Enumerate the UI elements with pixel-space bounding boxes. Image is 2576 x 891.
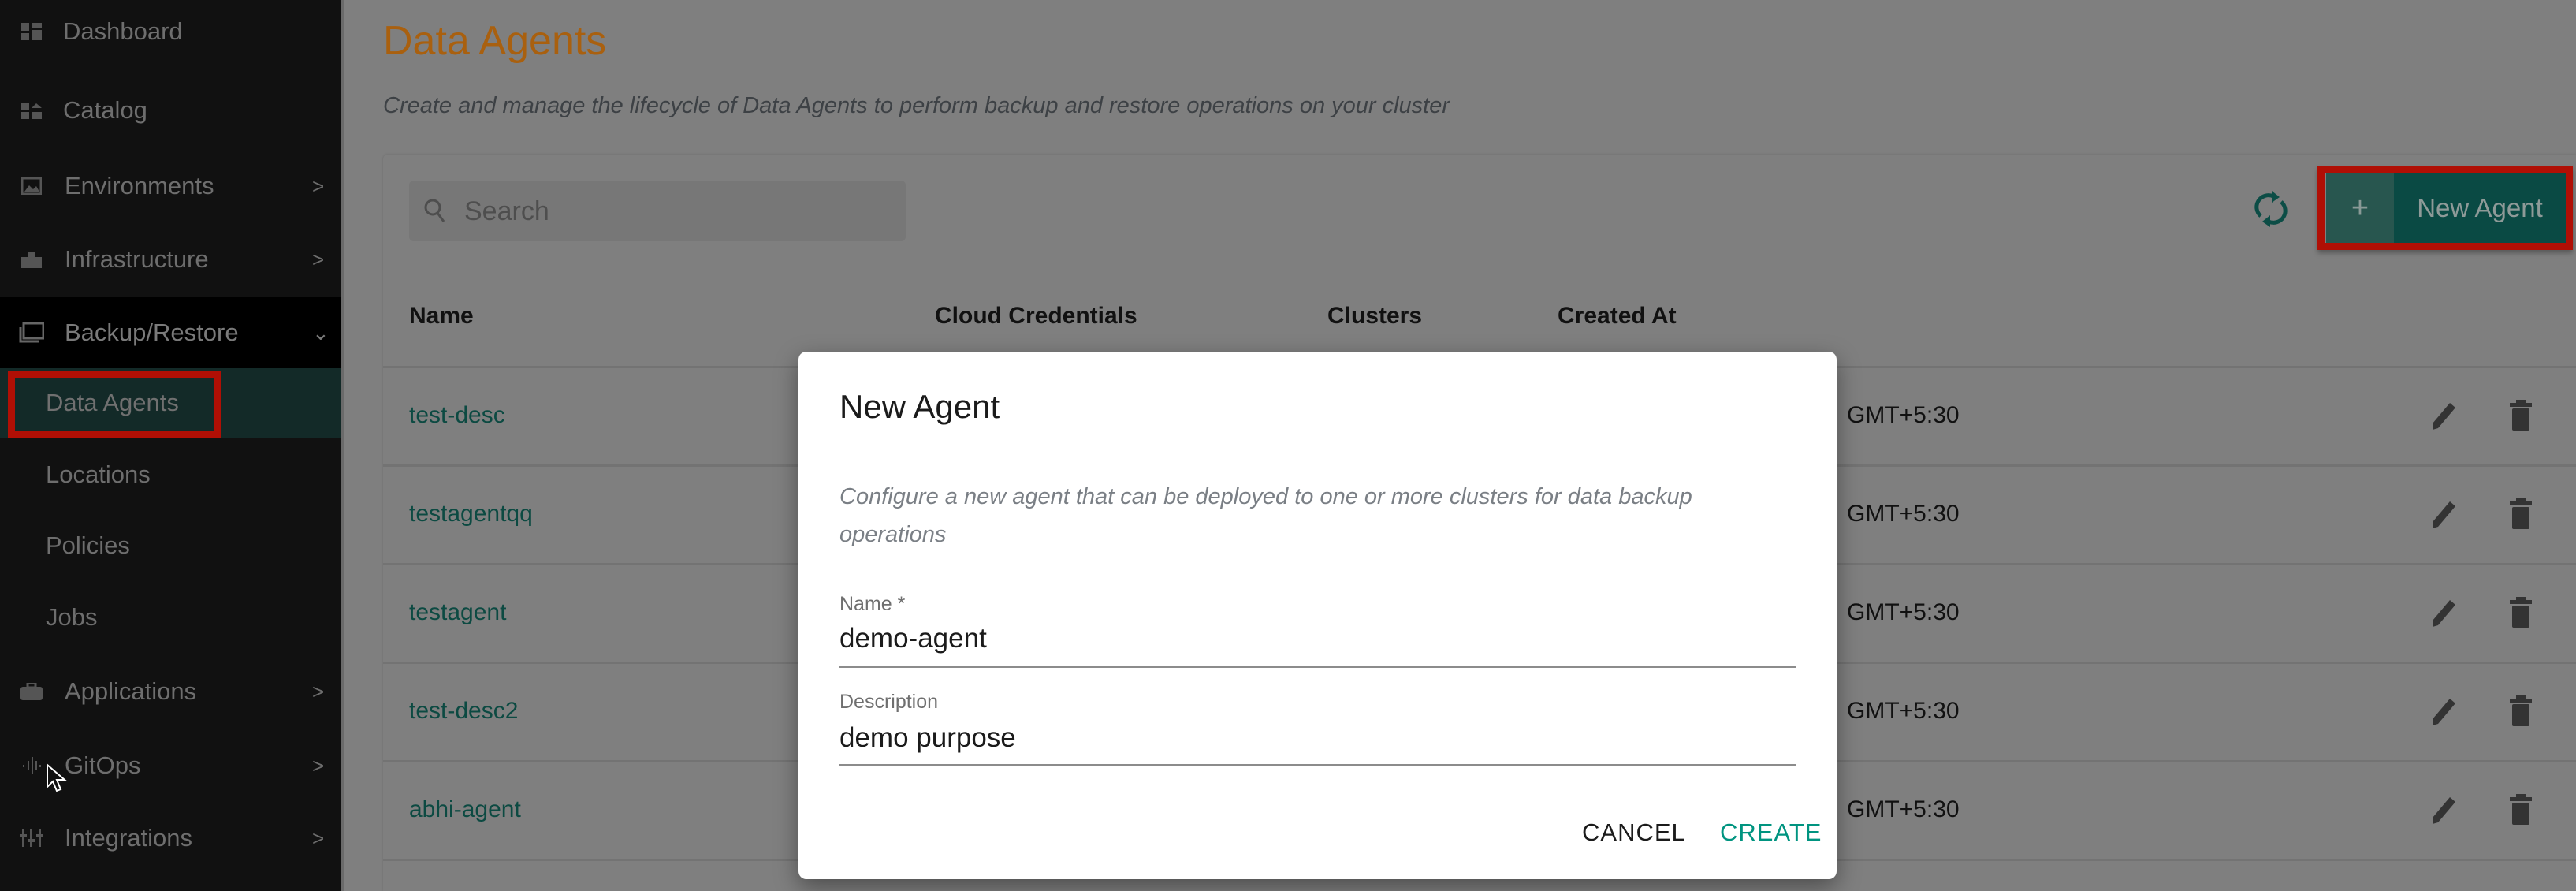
sidebar-item-infrastructure[interactable]: Infrastructure > xyxy=(0,223,341,296)
column-header-clusters[interactable]: Clusters xyxy=(1327,303,1422,330)
sidebar-item-label: Backup/Restore xyxy=(65,319,239,346)
description-field-label: Description xyxy=(839,691,939,713)
agent-name-link[interactable]: testagent xyxy=(409,599,506,626)
edit-icon[interactable] xyxy=(2429,400,2458,431)
chevron-right-icon: > xyxy=(312,753,325,777)
agent-name-link[interactable]: test-desc2 xyxy=(409,698,518,725)
edit-icon[interactable] xyxy=(2429,498,2458,530)
mouse-cursor-icon xyxy=(47,763,67,792)
sidebar-item-data-agents[interactable]: Data Agents xyxy=(0,368,341,438)
sidebar-item-catalog[interactable]: Catalog xyxy=(0,74,341,147)
sidebar-item-label: Catalog xyxy=(63,96,147,124)
search-icon xyxy=(424,199,445,222)
sidebar-item-label: Jobs xyxy=(46,603,98,631)
new-agent-button[interactable]: + New Agent xyxy=(2326,173,2566,243)
sidebar-item-dashboard[interactable]: Dashboard xyxy=(0,0,341,68)
cancel-button[interactable]: CANCEL xyxy=(1582,818,1686,847)
sidebar-scrollbar[interactable] xyxy=(341,0,344,891)
dialog-description: Configure a new agent that can be deploy… xyxy=(839,484,1692,547)
sidebar-item-label: GitOps xyxy=(65,751,141,779)
plus-icon: + xyxy=(2326,173,2394,243)
column-header-created-at[interactable]: Created At xyxy=(1558,303,1677,330)
agent-name-link[interactable]: abhi-agent xyxy=(409,796,521,823)
dialog-title: New Agent xyxy=(839,388,1000,425)
building-icon xyxy=(19,249,44,270)
sidebar-item-label: Infrastructure xyxy=(65,245,209,273)
trash-icon[interactable] xyxy=(2509,400,2533,431)
page-subtitle: Create and manage the lifecycle of Data … xyxy=(383,93,1450,118)
chevron-right-icon: > xyxy=(312,679,325,703)
sidebar-item-label: Dashboard xyxy=(63,17,183,45)
waveform-icon xyxy=(19,755,44,776)
created-at-cell: GMT+5:30 xyxy=(1847,402,1960,428)
description-field[interactable]: demo purpose xyxy=(839,722,1016,754)
name-field[interactable]: demo-agent xyxy=(839,623,987,654)
created-at-cell: GMT+5:30 xyxy=(1847,599,1960,625)
sidebar-item-label: Locations xyxy=(46,460,151,488)
library-icon xyxy=(19,322,44,343)
sidebar-item-jobs[interactable]: Jobs xyxy=(0,583,341,652)
sidebar-item-label: Applications xyxy=(65,677,197,705)
search-placeholder: Search xyxy=(464,196,549,226)
chevron-right-icon: > xyxy=(312,826,325,850)
sidebar-item-locations[interactable]: Locations xyxy=(0,440,341,509)
agent-name-link[interactable]: test-desc xyxy=(409,402,505,429)
search-input[interactable]: Search xyxy=(409,181,906,241)
edit-icon[interactable] xyxy=(2429,695,2458,727)
sidebar-item-backup-restore[interactable]: Backup/Restore ⌄ xyxy=(0,297,341,368)
sidebar-item-environments[interactable]: Environments > xyxy=(0,150,341,222)
name-field-label: Name * xyxy=(839,593,906,615)
sidebar-item-integrations[interactable]: Integrations > xyxy=(0,802,341,874)
refresh-icon[interactable] xyxy=(2253,189,2289,229)
sidebar-item-applications[interactable]: Applications > xyxy=(0,655,341,728)
edit-icon[interactable] xyxy=(2429,597,2458,628)
description-field-underline xyxy=(839,764,1796,766)
catalog-icon xyxy=(19,100,44,121)
tune-icon xyxy=(19,828,44,848)
name-field-underline xyxy=(839,666,1796,668)
trash-icon[interactable] xyxy=(2509,597,2533,628)
sidebar: Dashboard Catalog Environments > Infrast… xyxy=(0,0,341,891)
trash-icon[interactable] xyxy=(2509,498,2533,530)
dashboard-icon xyxy=(19,21,44,42)
new-agent-dialog: New Agent Configure a new agent that can… xyxy=(798,352,1837,879)
image-icon xyxy=(19,176,44,196)
created-at-cell: GMT+5:30 xyxy=(1847,698,1960,724)
new-agent-label: New Agent xyxy=(2417,193,2543,222)
briefcase-icon xyxy=(19,681,44,702)
created-at-cell: GMT+5:30 xyxy=(1847,796,1960,822)
edit-icon[interactable] xyxy=(2429,794,2458,826)
sidebar-item-label: Environments xyxy=(65,172,214,199)
sidebar-item-label: Data Agents xyxy=(46,389,179,416)
chevron-right-icon: > xyxy=(312,247,325,271)
chevron-right-icon: > xyxy=(312,173,325,198)
trash-icon[interactable] xyxy=(2509,794,2533,826)
created-at-cell: GMT+5:30 xyxy=(1847,501,1960,527)
page-title: Data Agents xyxy=(383,18,607,64)
sidebar-item-policies[interactable]: Policies xyxy=(0,511,341,580)
trash-icon[interactable] xyxy=(2509,695,2533,727)
column-header-name[interactable]: Name xyxy=(409,303,474,330)
agent-name-link[interactable]: testagentqq xyxy=(409,501,533,528)
create-button[interactable]: CREATE xyxy=(1720,818,1822,847)
column-header-cloud-credentials[interactable]: Cloud Credentials xyxy=(935,303,1137,330)
sidebar-item-label: Policies xyxy=(46,531,130,559)
chevron-down-icon: ⌄ xyxy=(312,320,329,345)
sidebar-item-label: Integrations xyxy=(65,824,192,852)
